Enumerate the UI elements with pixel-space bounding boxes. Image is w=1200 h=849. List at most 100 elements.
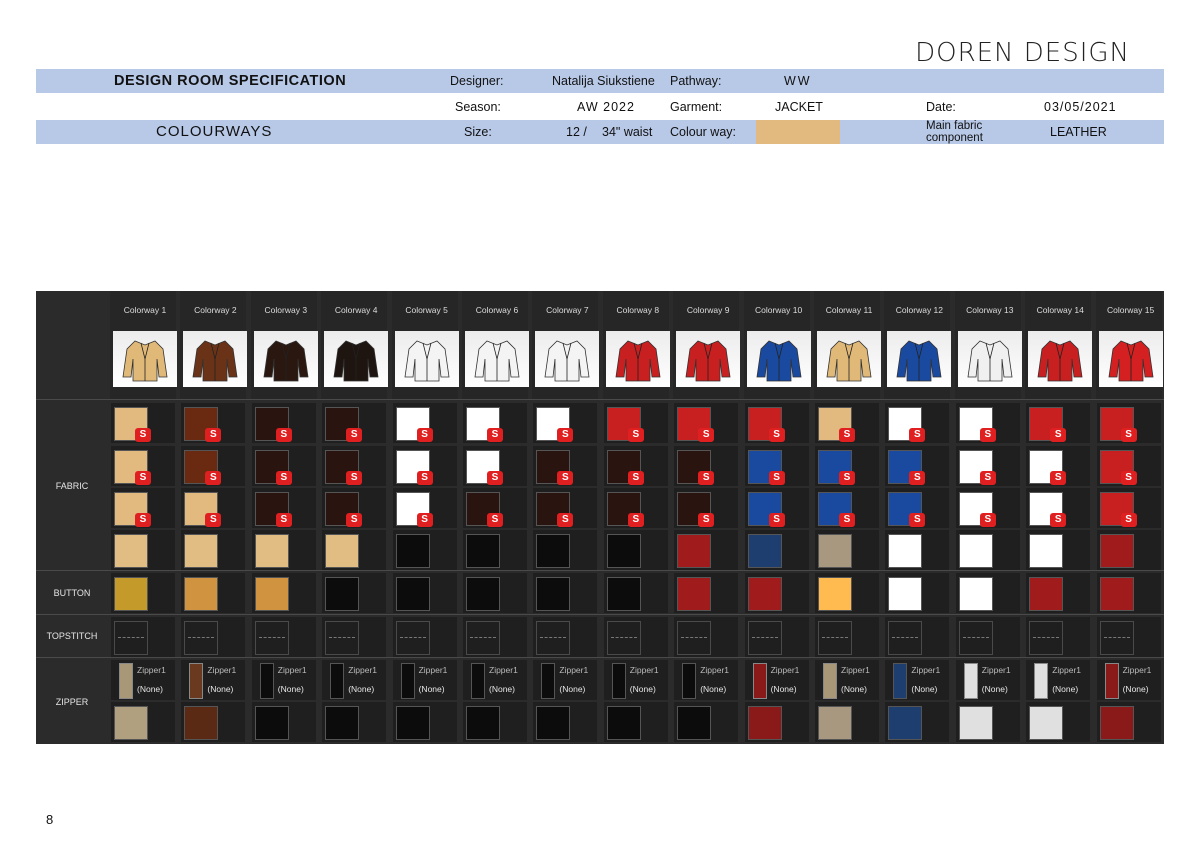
- fabric-cell[interactable]: S: [674, 403, 739, 443]
- slider-cell[interactable]: [674, 702, 739, 742]
- topstitch-swatch[interactable]: [888, 621, 923, 655]
- fabric-cell[interactable]: S: [322, 403, 387, 443]
- fabric-cell[interactable]: S: [674, 446, 739, 486]
- fabric-cell[interactable]: S: [603, 446, 668, 486]
- fabric-swatch[interactable]: S: [536, 492, 574, 527]
- fabric-swatch[interactable]: S: [325, 407, 363, 442]
- button-swatch[interactable]: [747, 577, 782, 611]
- fabric-swatch[interactable]: [888, 534, 923, 568]
- jacket-thumbnail[interactable]: [817, 331, 881, 387]
- fabric-swatch[interactable]: S: [466, 492, 503, 527]
- zipper-cell[interactable]: Zipper1 (None): [463, 660, 527, 700]
- fabric-swatch[interactable]: [677, 534, 712, 568]
- fabric-cell[interactable]: S: [1096, 446, 1161, 486]
- fabric-cell[interactable]: S: [1096, 403, 1161, 443]
- topstitch-swatch[interactable]: [254, 621, 289, 655]
- topstitch-cell[interactable]: [744, 617, 809, 657]
- fabric-cell[interactable]: S: [955, 403, 1020, 443]
- fabric-cell[interactable]: S: [111, 488, 175, 528]
- fabric-swatch[interactable]: S: [466, 407, 503, 442]
- fabric-swatch[interactable]: S: [958, 450, 996, 485]
- zipper-swatch[interactable]: [1104, 663, 1119, 699]
- fabric-cell[interactable]: S: [322, 488, 387, 528]
- fabric-swatch[interactable]: S: [395, 492, 433, 527]
- fabric-swatch[interactable]: S: [958, 407, 996, 442]
- button-cell[interactable]: [251, 573, 316, 613]
- fabric-cell[interactable]: S: [885, 446, 950, 486]
- fabric-swatch[interactable]: S: [677, 407, 715, 442]
- fabric-cell[interactable]: S: [463, 446, 527, 486]
- colorway-column[interactable]: Colorway 1 S S S Zipper1 (None): [108, 291, 178, 744]
- fabric-cell[interactable]: S: [533, 446, 598, 486]
- jacket-thumbnail[interactable]: [324, 331, 389, 387]
- zipper-cell[interactable]: Zipper1 (None): [392, 660, 457, 700]
- topstitch-cell[interactable]: [251, 617, 316, 657]
- button-swatch[interactable]: [536, 577, 571, 611]
- topstitch-swatch[interactable]: [466, 621, 500, 655]
- zipper-swatch[interactable]: [541, 663, 556, 699]
- fabric-swatch[interactable]: S: [888, 407, 926, 442]
- button-swatch[interactable]: [1029, 577, 1064, 611]
- fabric-swatch[interactable]: [114, 534, 148, 568]
- button-cell[interactable]: [463, 573, 527, 613]
- button-swatch[interactable]: [1099, 577, 1134, 611]
- fabric-cell[interactable]: S: [533, 403, 598, 443]
- button-swatch[interactable]: [114, 577, 148, 611]
- zipper-swatch[interactable]: [963, 663, 978, 699]
- colorway-column[interactable]: Colorway 4 S S S Zipper1 (None): [319, 291, 389, 744]
- zipper-swatch[interactable]: [752, 663, 767, 699]
- fabric-cell[interactable]: [533, 530, 598, 570]
- fabric-swatch[interactable]: S: [325, 492, 363, 527]
- button-cell[interactable]: [603, 573, 668, 613]
- slider-cell[interactable]: [1026, 702, 1091, 742]
- fabric-swatch[interactable]: S: [606, 407, 644, 442]
- colorway-column[interactable]: Colorway 7 S S S Zipper1 (None): [530, 291, 600, 744]
- fabric-cell[interactable]: [674, 530, 739, 570]
- fabric-swatch[interactable]: S: [1099, 450, 1137, 485]
- slider-cell[interactable]: [955, 702, 1020, 742]
- fabric-swatch[interactable]: [536, 534, 571, 568]
- zipper-cell[interactable]: Zipper1 (None): [322, 660, 387, 700]
- slider-swatch[interactable]: [1099, 706, 1134, 740]
- jacket-thumbnail[interactable]: [957, 331, 1022, 387]
- topstitch-swatch[interactable]: [818, 621, 852, 655]
- fabric-swatch[interactable]: S: [1029, 450, 1067, 485]
- button-swatch[interactable]: [888, 577, 923, 611]
- slider-swatch[interactable]: [325, 706, 360, 740]
- button-swatch[interactable]: [677, 577, 712, 611]
- fabric-cell[interactable]: S: [463, 403, 527, 443]
- zipper-cell[interactable]: Zipper1 (None): [744, 660, 809, 700]
- fabric-cell[interactable]: [955, 530, 1020, 570]
- slider-swatch[interactable]: [466, 706, 500, 740]
- topstitch-swatch[interactable]: [1099, 621, 1134, 655]
- fabric-swatch[interactable]: [747, 534, 782, 568]
- button-cell[interactable]: [111, 573, 175, 613]
- topstitch-swatch[interactable]: [536, 621, 571, 655]
- colorway-column[interactable]: Colorway 8 S S S Zipper1 (None): [601, 291, 671, 744]
- jacket-thumbnail[interactable]: [605, 331, 670, 387]
- slider-cell[interactable]: [744, 702, 809, 742]
- fabric-swatch[interactable]: S: [818, 407, 855, 442]
- zipper-cell[interactable]: Zipper1 (None): [885, 660, 950, 700]
- colorway-column[interactable]: Colorway 11 S S S Zipper1 (None): [812, 291, 882, 744]
- colorway-column[interactable]: Colorway 14 S S S Zipper1 (None): [1023, 291, 1093, 744]
- fabric-cell[interactable]: [392, 530, 457, 570]
- jacket-thumbnail[interactable]: [1028, 331, 1093, 387]
- jacket-thumbnail[interactable]: [183, 331, 248, 387]
- jacket-thumbnail[interactable]: [465, 331, 529, 387]
- zipper-swatch[interactable]: [400, 663, 415, 699]
- fabric-swatch[interactable]: [958, 534, 993, 568]
- topstitch-cell[interactable]: [674, 617, 739, 657]
- fabric-cell[interactable]: [251, 530, 316, 570]
- zipper-cell[interactable]: Zipper1 (None): [674, 660, 739, 700]
- button-swatch[interactable]: [466, 577, 500, 611]
- fabric-cell[interactable]: S: [533, 488, 598, 528]
- topstitch-cell[interactable]: [463, 617, 527, 657]
- fabric-cell[interactable]: S: [1026, 446, 1091, 486]
- zipper-cell[interactable]: Zipper1 (None): [1096, 660, 1161, 700]
- topstitch-cell[interactable]: [181, 617, 246, 657]
- button-cell[interactable]: [955, 573, 1020, 613]
- button-cell[interactable]: [1026, 573, 1091, 613]
- slider-cell[interactable]: [815, 702, 879, 742]
- jacket-thumbnail[interactable]: [1098, 331, 1163, 387]
